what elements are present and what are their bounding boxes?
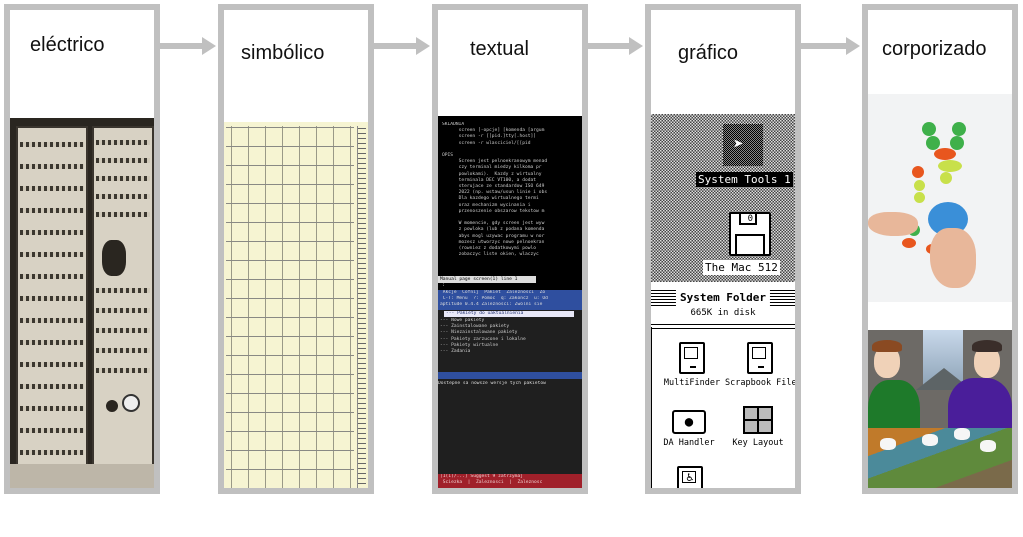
disk-label[interactable]: The Mac 512 (703, 260, 780, 275)
aptitude-info-area: Dostepne sa nowsze wersje tych pakietow (438, 379, 582, 474)
file-icon-accessibility[interactable]: ♿ (677, 466, 703, 488)
sheet-margin (357, 126, 366, 488)
arrow-connector (160, 37, 216, 55)
package-groups: --- Nowe pakiety --- Zainstalowane pakiet… (440, 318, 580, 355)
compact-mac-icon (679, 342, 705, 374)
file-icon-label: Scrapbook FileC (725, 378, 795, 388)
package-group-item: --- Zadania (440, 349, 471, 355)
game-board-map (868, 428, 1012, 488)
arrow-connector (374, 37, 430, 55)
disk-shutter: 0 (739, 214, 757, 225)
mac-desktop-image: ➤ System Tools 1 0 The Mac 512 System Fo… (651, 114, 795, 488)
stage-title: gráfico (678, 42, 739, 64)
file-icon-multifinder[interactable]: MultiFinder (661, 342, 723, 388)
suitcase-icon: ● (672, 410, 706, 434)
man-page-text: SKLADNIA screen [-opcje] [komenda [argum… (442, 122, 580, 274)
aptitude-package-list: --- Pakiety do uaktualnienia --- Nowe pa… (438, 310, 582, 370)
window-title: System Folder (675, 290, 771, 306)
code-grid (226, 126, 354, 488)
aptitude-menubar: Akcje Cofnij Pakiet Zaleznosci Zo C-T: M… (438, 290, 582, 310)
aptitude-info-line: Dostepne sa nowsze wersje tych pakietow (438, 381, 546, 386)
stage-panel-electric: eléctrico (4, 4, 160, 494)
grid-icon (743, 406, 773, 434)
man-page-line: zobaczyc liste okien, wlaczyc (442, 252, 539, 258)
window-header-divider (651, 324, 795, 329)
window-info: 665K in disk (690, 308, 756, 318)
floor (10, 464, 154, 488)
stage-title: corporizado (882, 38, 987, 60)
stage-panel-textual: textual SKLADNIA screen [-opcje] [komend… (432, 4, 588, 494)
stage-panel-embodied: corporizado (862, 4, 1018, 494)
terminal-screen-image: SKLADNIA screen [-opcje] [komenda [argum… (438, 116, 582, 488)
file-icon-da-handler[interactable]: ● DA Handler (661, 404, 717, 448)
aptitude-divider (438, 372, 582, 379)
symbolic-code-sheet-image (224, 122, 368, 488)
folder-icon[interactable]: ➤ (723, 124, 763, 166)
selected-package-group: --- Pakiety do uaktualnienia (444, 311, 574, 317)
tangible-robot-photo (868, 94, 1012, 302)
stage-title: eléctrico (30, 34, 105, 56)
file-icon-label: Key Layout (732, 438, 784, 448)
aptitude-menu-line[interactable]: aptitude 0.4.4 Zaleznosci: Zwolni sie (438, 302, 582, 308)
rack-left (16, 126, 88, 466)
window-title-bar[interactable]: System Folder (651, 290, 795, 306)
desktop-pattern: ➤ System Tools 1 0 The Mac 512 (651, 114, 795, 282)
stage-title: simbólico (241, 42, 325, 64)
cursor-arrow-icon: ➤ (733, 134, 744, 155)
accessibility-icon: ♿ (677, 466, 703, 488)
file-icon-scrapbook[interactable]: Scrapbook FileC (725, 342, 795, 388)
aptitude-footer: [1(1)/...] Suggest 9 zatrzymaj Sciezka |… (438, 474, 582, 488)
arrow-connector (801, 37, 860, 55)
stage-title: textual (470, 38, 529, 60)
virtual-characters-image (868, 330, 1012, 488)
rack-right (92, 126, 154, 466)
file-icon-label: DA Handler (663, 438, 715, 448)
electric-computer-image (10, 118, 154, 488)
arrow-connector (588, 37, 643, 55)
compact-mac-icon (747, 342, 773, 374)
window-left-edge (651, 327, 652, 488)
folder-icon-label[interactable]: System Tools 1 (696, 172, 793, 187)
stage-panel-graphical: gráfico ➤ System Tools 1 0 The Mac 512 S… (645, 4, 801, 494)
stage-panel-symbolic: simbólico (218, 4, 374, 494)
embodied-interaction-images (868, 94, 1012, 488)
file-icon-label: MultiFinder (663, 378, 721, 388)
floppy-disk-icon[interactable]: 0 (729, 212, 771, 256)
pager-status-line: Manual page screen(1) line 1 (438, 276, 536, 283)
file-icon-key-layout[interactable]: Key Layout (727, 406, 789, 448)
footer-line: Sciezka | Zaleznosci | Zaleznosc (440, 480, 543, 485)
hand (930, 228, 976, 288)
pager-prompt: : (442, 283, 445, 288)
hand (868, 212, 918, 236)
